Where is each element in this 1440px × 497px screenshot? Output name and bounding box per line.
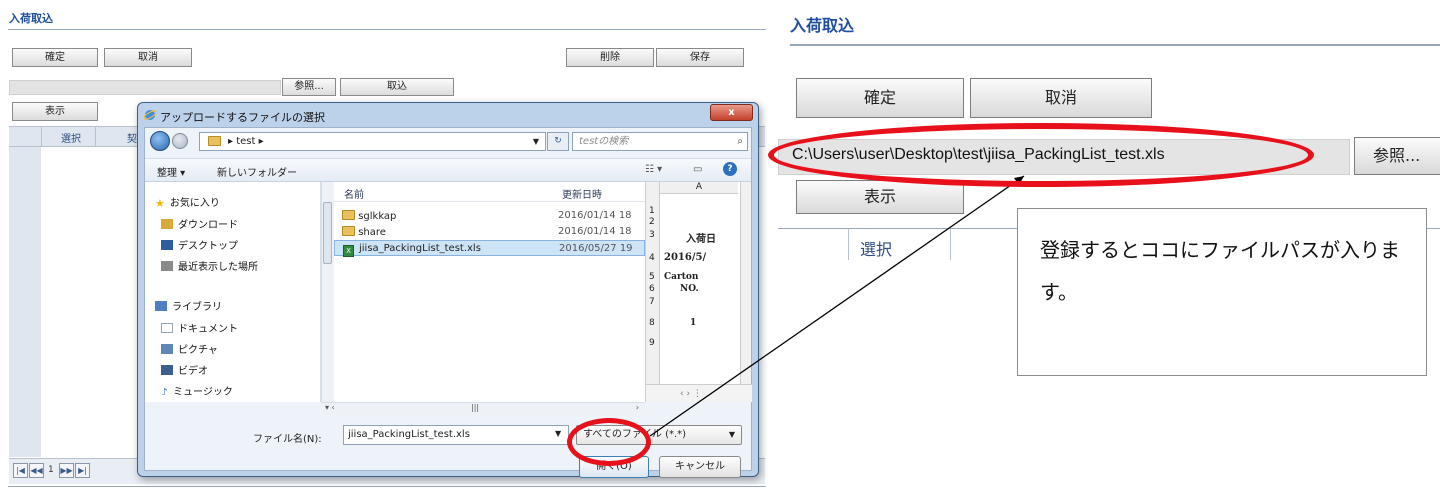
highlight-file-path-oval bbox=[768, 123, 1314, 187]
explanation-callout: 登録するとココにファイルパスが入ります。 bbox=[1017, 208, 1427, 376]
highlight-open-button-oval bbox=[567, 418, 651, 466]
callout-text: 登録するとココにファイルパスが入ります。 bbox=[1040, 238, 1400, 304]
